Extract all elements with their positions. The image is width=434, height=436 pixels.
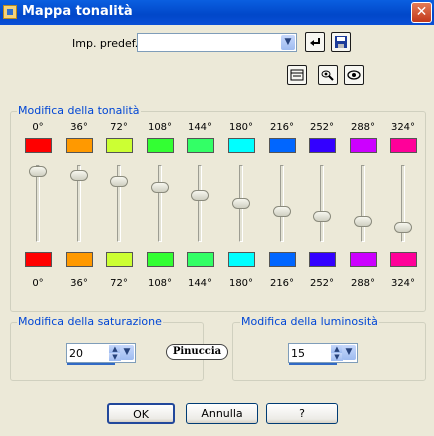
proof-icon xyxy=(321,70,334,81)
preset-dropdown[interactable]: ▼ xyxy=(137,33,297,52)
hue-group-title: Modifica della tonalità xyxy=(17,104,141,117)
hue-label-bottom: 216° xyxy=(269,278,295,289)
toggle-preview-button[interactable] xyxy=(287,65,307,85)
hue-label-top: 288° xyxy=(350,122,376,133)
hue-slider-track[interactable] xyxy=(361,165,365,242)
hue-swatch-top xyxy=(147,138,174,153)
hue-swatch-top xyxy=(269,138,296,153)
save-button[interactable] xyxy=(331,32,351,52)
preset-label: Imp. predef.: xyxy=(72,37,142,50)
hue-label-top: 216° xyxy=(269,122,295,133)
hue-label-top: 324° xyxy=(390,122,416,133)
hue-slider-track[interactable] xyxy=(158,165,162,242)
hue-swatch-bottom xyxy=(269,252,296,267)
luminosity-underline xyxy=(289,363,337,365)
hue-label-top: 0° xyxy=(32,122,44,133)
hue-slider-track[interactable] xyxy=(198,165,202,242)
hue-slider-thumb[interactable] xyxy=(151,182,169,193)
hue-label-bottom: 324° xyxy=(390,278,416,289)
reset-button[interactable] xyxy=(305,32,325,52)
chevron-down-icon[interactable]: ▼ xyxy=(281,35,295,50)
saturation-value: 20 xyxy=(69,347,83,360)
chevron-down-icon[interactable]: ▼ xyxy=(342,345,356,360)
hue-swatch-top xyxy=(390,138,417,153)
hue-label-top: 144° xyxy=(187,122,213,133)
hue-swatch-top xyxy=(350,138,377,153)
hue-label-bottom: 288° xyxy=(350,278,376,289)
hue-swatch-bottom xyxy=(25,252,52,267)
hue-swatch-top xyxy=(25,138,52,153)
close-button[interactable]: ✕ xyxy=(411,2,432,23)
hue-slider-thumb[interactable] xyxy=(191,190,209,201)
hue-label-bottom: 144° xyxy=(187,278,213,289)
hue-label-bottom: 252° xyxy=(309,278,335,289)
luminosity-group-title: Modifica della luminosità xyxy=(240,315,379,328)
hue-swatch-bottom xyxy=(147,252,174,267)
hue-swatch-top xyxy=(106,138,133,153)
chevron-down-icon[interactable]: ▼ xyxy=(120,345,134,360)
watermark-stamp: Pinuccia xyxy=(166,344,228,360)
hue-slider-thumb[interactable] xyxy=(273,206,291,217)
hue-slider-thumb[interactable] xyxy=(29,166,47,177)
hue-slider-track[interactable] xyxy=(280,165,284,242)
hue-label-bottom: 108° xyxy=(147,278,173,289)
hue-slider-thumb[interactable] xyxy=(110,176,128,187)
toggle-preview-icon xyxy=(290,69,304,81)
hue-label-top: 252° xyxy=(309,122,335,133)
proof-button[interactable] xyxy=(318,65,338,85)
hue-label-top: 72° xyxy=(110,122,128,133)
hue-swatch-bottom xyxy=(228,252,255,267)
hue-label-top: 180° xyxy=(228,122,254,133)
hue-slider-thumb[interactable] xyxy=(394,222,412,233)
hue-slider-thumb[interactable] xyxy=(313,211,331,222)
saturation-group-title: Modifica della saturazione xyxy=(17,315,163,328)
auto-proof-button[interactable] xyxy=(344,65,364,85)
hue-label-bottom: 72° xyxy=(110,278,128,289)
hue-swatch-top xyxy=(187,138,214,153)
saturation-underline xyxy=(67,363,115,365)
hue-swatch-bottom xyxy=(66,252,93,267)
hue-swatch-bottom xyxy=(390,252,417,267)
hue-swatch-bottom xyxy=(309,252,336,267)
hue-swatch-bottom xyxy=(350,252,377,267)
window-title: Mappa tonalità xyxy=(22,4,133,19)
help-button[interactable]: ? xyxy=(266,403,338,424)
hue-swatch-bottom xyxy=(106,252,133,267)
hue-swatch-top xyxy=(228,138,255,153)
hue-label-top: 36° xyxy=(70,122,88,133)
ok-button[interactable]: OK xyxy=(107,403,175,424)
luminosity-value: 15 xyxy=(291,347,305,360)
save-icon xyxy=(335,36,347,48)
hue-slider-thumb[interactable] xyxy=(354,216,372,227)
hue-label-top: 108° xyxy=(147,122,173,133)
saturation-spinner[interactable]: 20 ▲ ▼ ▼ xyxy=(66,343,136,365)
hue-slider-thumb[interactable] xyxy=(232,198,250,209)
hue-swatch-bottom xyxy=(187,252,214,267)
hue-slider-track[interactable] xyxy=(320,165,324,242)
eye-icon xyxy=(347,70,361,80)
title-bar[interactable]: Mappa tonalità ✕ xyxy=(0,0,434,25)
cancel-button[interactable]: Annulla xyxy=(186,403,258,424)
hue-slider-thumb[interactable] xyxy=(70,170,88,181)
luminosity-spinner[interactable]: 15 ▲ ▼ ▼ xyxy=(288,343,358,365)
hue-label-bottom: 180° xyxy=(228,278,254,289)
hue-label-bottom: 0° xyxy=(32,278,44,289)
reset-icon xyxy=(310,38,320,46)
hue-label-bottom: 36° xyxy=(70,278,88,289)
dialog-body: Imp. predef.: ▼ Modifica della tonalità … xyxy=(0,25,434,436)
hue-swatch-top xyxy=(309,138,336,153)
hue-swatch-top xyxy=(66,138,93,153)
app-icon xyxy=(3,5,17,19)
